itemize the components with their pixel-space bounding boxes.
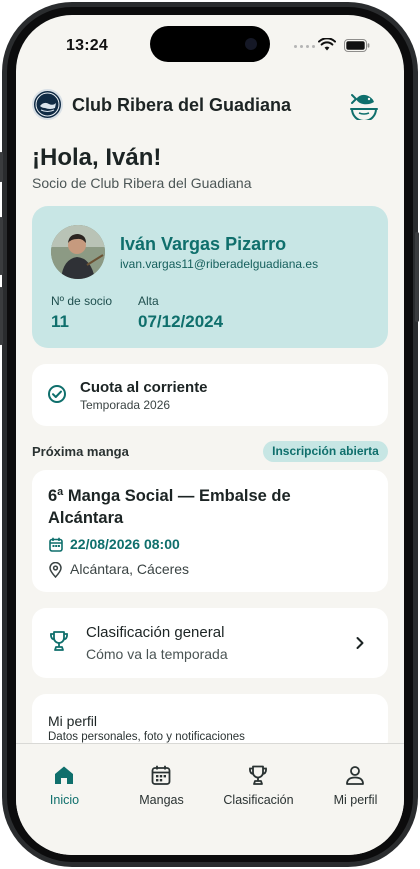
tab-label: Mangas (139, 793, 184, 807)
wifi-icon (318, 38, 336, 51)
ranking-subtitle: Cómo va la temporada (86, 646, 228, 662)
tab-inicio[interactable]: Inicio (16, 744, 113, 824)
member-since: 07/12/2024 (138, 312, 224, 331)
tab-label: Mi perfil (333, 793, 378, 807)
signal-icon (294, 45, 315, 48)
volume-down-button (0, 287, 3, 345)
tab-mi-perfil[interactable]: Mi perfil (307, 744, 404, 824)
trophy-icon (249, 765, 267, 785)
app-header: Club Ribera del Guadiana (16, 89, 404, 123)
check-circle-icon (48, 385, 66, 403)
chevron-right-icon (356, 637, 364, 649)
member-number-label: Nº de socio (51, 294, 113, 308)
registration-badge: Inscripción abierta (263, 441, 388, 462)
greeting-subtitle: Socio de Club Ribera del Guadiana (32, 175, 252, 191)
side-button (0, 152, 3, 182)
avatar (51, 225, 105, 279)
member-since-label: Alta (138, 294, 159, 308)
next-event-heading: Próxima manga (32, 444, 129, 459)
battery-icon (344, 39, 370, 52)
ranking-card[interactable]: Clasificación general Cómo va la tempora… (32, 608, 388, 678)
tab-label: Inicio (49, 793, 80, 807)
volume-up-button (0, 217, 3, 275)
tab-bar: Inicio Mangas Clasificación Mi perfil (16, 743, 404, 855)
quota-status-card: Cuota al corriente Temporada 2026 (32, 364, 388, 426)
person-icon (346, 766, 364, 785)
trophy-icon (50, 631, 68, 651)
tab-clasificacion[interactable]: Clasificación (210, 744, 307, 824)
location-pin-icon (49, 562, 62, 578)
member-name: Iván Vargas Pizarro (120, 234, 287, 254)
power-button (415, 232, 419, 322)
ranking-title: Clasificación general (86, 624, 225, 641)
club-name: Club Ribera del Guadiana (72, 95, 292, 115)
member-email: ivan.vargas11@riberadelguadiana.es (120, 257, 319, 271)
profile-title: Mi perfil (48, 713, 98, 729)
quota-season: Temporada 2026 (80, 398, 171, 412)
event-location: Alcántara, Cáceres (70, 561, 190, 577)
member-card: Iván Vargas Pizarro ivan.vargas11@ribera… (32, 206, 388, 348)
member-number: 11 (51, 312, 69, 331)
quota-title: Cuota al corriente (80, 379, 208, 396)
tab-mangas[interactable]: Mangas (113, 744, 210, 824)
home-icon (55, 766, 73, 784)
calendar-icon (49, 537, 63, 552)
event-datetime: 22/08/2026 08:00 (70, 536, 180, 552)
dynamic-island (150, 26, 270, 62)
profile-subtitle: Datos personales, foto y notificaciones (48, 731, 245, 743)
fish-icon[interactable] (349, 89, 379, 120)
calendar-icon (151, 765, 171, 785)
club-logo (32, 89, 63, 120)
tab-label: Clasificación (223, 793, 294, 807)
app-screen: 13:24 Club Ribera del Guadiana ¡Hola, Iv… (16, 15, 404, 855)
event-title: 6ª Manga Social — Embalse de Alcántara (48, 487, 291, 527)
greeting-title: ¡Hola, Iván! (32, 144, 162, 171)
status-time: 13:24 (66, 37, 108, 54)
next-event-card[interactable]: 6ª Manga Social — Embalse de Alcántara 2… (32, 470, 388, 592)
